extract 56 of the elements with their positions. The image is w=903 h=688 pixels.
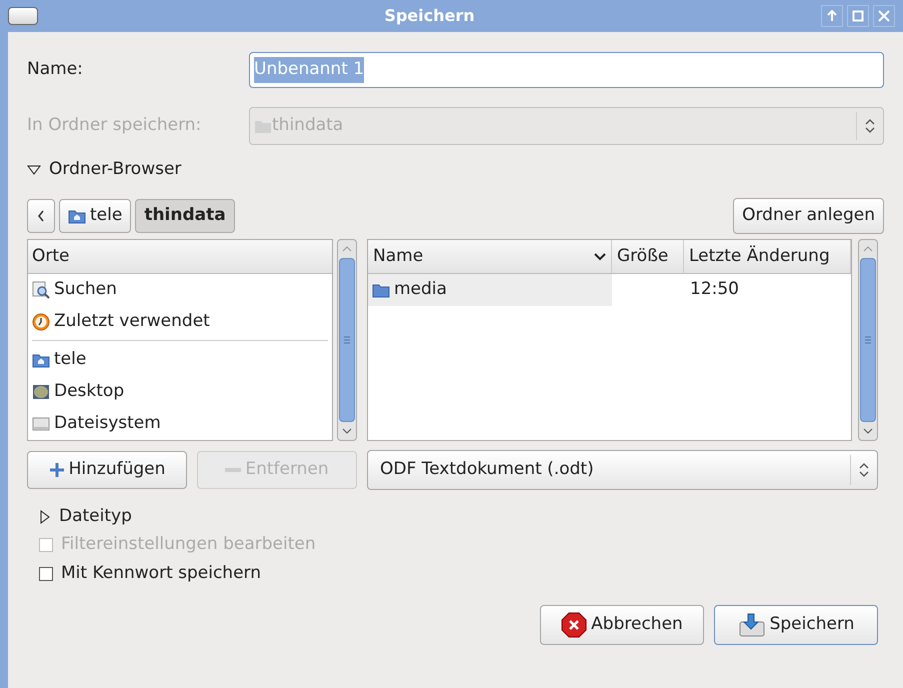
field-text: Unbenannt 1: [254, 57, 364, 83]
close-icon[interactable]: [873, 5, 895, 27]
file-name-cell[interactable]: media: [368, 274, 612, 306]
place-item[interactable]: Zuletzt verwendet: [28, 306, 332, 338]
browser-expander[interactable]: Ordner-Browser: [27, 157, 182, 183]
create-folder-button[interactable]: Ordner anlegen: [733, 198, 884, 234]
scroll-down-icon: [342, 426, 352, 436]
plus-icon: [48, 462, 65, 478]
checkbox-box[interactable]: [39, 566, 53, 580]
column-header[interactable]: Orte: [28, 240, 332, 274]
desktop-icon: [32, 384, 50, 400]
place-item[interactable]: Desktop: [28, 376, 332, 408]
triangle-right-icon: [39, 510, 51, 524]
folder-icon: [372, 282, 390, 298]
scroll-down-icon: [863, 426, 873, 436]
files-scrollbar[interactable]: [858, 239, 878, 441]
name-label: Name:: [27, 58, 84, 82]
arrow-up-icon[interactable]: [821, 5, 843, 27]
back-button[interactable]: [27, 199, 55, 233]
updown-arrow-icon: [865, 118, 875, 134]
save-button[interactable]: Speichern: [714, 605, 878, 645]
column-header[interactable]: Größe: [612, 240, 684, 273]
cancel-button[interactable]: Abbrechen: [540, 605, 704, 645]
scroll-up-icon: [342, 244, 352, 254]
save-drive-icon: [738, 612, 766, 638]
path-button[interactable]: tele: [59, 199, 132, 233]
window-title: Speichern: [383, 5, 476, 27]
magnifier-icon: [32, 281, 50, 299]
path-button[interactable]: thindata: [135, 199, 235, 233]
window-menu-icon[interactable]: [8, 7, 38, 25]
places-scrollbar[interactable]: [337, 239, 357, 441]
home-folder-icon: [32, 352, 50, 368]
maximize-icon[interactable]: [847, 5, 869, 27]
updown-arrow-icon: [859, 462, 869, 478]
triangle-down-icon: [27, 165, 41, 175]
clock-icon: [32, 313, 50, 331]
modified-cell-text: 12:50: [689, 278, 740, 302]
home-folder-icon: [68, 208, 86, 224]
add-button[interactable]: Hinzufügen: [27, 451, 187, 489]
place-item[interactable]: Dateisystem: [28, 408, 332, 440]
chevron-left-icon: [37, 210, 45, 222]
place-item[interactable]: tele: [28, 344, 332, 376]
filetype-select[interactable]: ODF Textdokument (.odt): [367, 450, 878, 490]
column-header[interactable]: Letzte Änderung: [684, 240, 851, 273]
grip-icon: [864, 336, 872, 344]
checkbox[interactable]: Mit Kennwort speichern: [39, 559, 262, 588]
filetype-expander[interactable]: Dateityp: [39, 504, 132, 530]
stop-icon: [561, 612, 588, 638]
grip-icon: [343, 336, 351, 344]
folder-label: In Ordner speichern:: [27, 114, 202, 138]
place-item[interactable]: Suchen: [28, 274, 332, 306]
folder-icon: [254, 118, 272, 134]
drive-icon: [32, 416, 50, 432]
sort-caret-icon: [594, 252, 606, 260]
column-header[interactable]: Name: [368, 240, 612, 273]
scroll-up-icon: [863, 244, 873, 254]
